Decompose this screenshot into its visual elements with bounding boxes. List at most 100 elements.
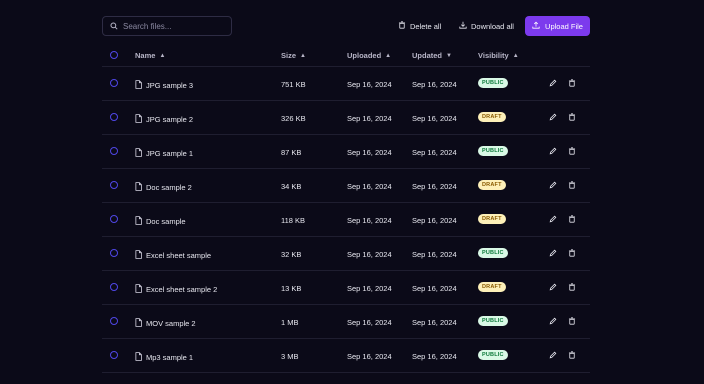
upload-icon bbox=[532, 21, 540, 31]
visibility-badge: DRAFT bbox=[478, 214, 506, 224]
image-file-icon bbox=[135, 114, 142, 125]
table-row[interactable]: Mp3 sample 1 3 MB Sep 16, 2024 Sep 16, 2024… bbox=[102, 339, 590, 373]
edit-icon[interactable] bbox=[549, 113, 557, 123]
file-name: Excel sheet sample 2 bbox=[146, 285, 218, 294]
uploaded-date: Sep 16, 2024 bbox=[347, 148, 392, 157]
column-header-visibility[interactable]: Visibility ▲ bbox=[478, 51, 519, 60]
trash-icon[interactable] bbox=[568, 147, 576, 157]
row-checkbox[interactable] bbox=[110, 147, 118, 155]
table-row[interactable]: Excel sheet sample 32 KB Sep 16, 2024 Sep 1… bbox=[102, 237, 590, 271]
trash-icon[interactable] bbox=[568, 113, 576, 123]
sort-asc-icon: ▲ bbox=[300, 52, 306, 59]
trash-icon[interactable] bbox=[568, 317, 576, 327]
row-checkbox[interactable] bbox=[110, 79, 118, 87]
image-file-icon bbox=[135, 80, 142, 91]
column-header-size[interactable]: Size ▲ bbox=[281, 51, 306, 60]
column-header-updated[interactable]: Updated ▼ bbox=[412, 51, 452, 60]
table-row[interactable]: MOV sample 2 1 MB Sep 16, 2024 Sep 16, 2024… bbox=[102, 305, 590, 339]
row-checkbox[interactable] bbox=[110, 113, 118, 121]
table-row[interactable]: JPG sample 1 87 KB Sep 16, 2024 Sep 16, 202… bbox=[102, 135, 590, 169]
edit-icon[interactable] bbox=[549, 215, 557, 225]
trash-icon[interactable] bbox=[568, 351, 576, 361]
file-size: 34 KB bbox=[281, 182, 302, 191]
updated-date: Sep 16, 2024 bbox=[412, 182, 457, 191]
row-actions bbox=[549, 79, 576, 89]
edit-icon[interactable] bbox=[549, 181, 557, 191]
row-actions bbox=[549, 215, 576, 225]
file-name-cell[interactable]: Doc sample bbox=[135, 216, 186, 227]
file-name-cell[interactable]: JPG sample 1 bbox=[135, 148, 193, 159]
updated-date: Sep 16, 2024 bbox=[412, 284, 457, 293]
row-checkbox[interactable] bbox=[110, 215, 118, 223]
download-all-button[interactable]: Download all bbox=[459, 16, 514, 36]
visibility-cell: PUBLIC bbox=[478, 248, 508, 258]
edit-icon[interactable] bbox=[549, 147, 557, 157]
updated-date: Sep 16, 2024 bbox=[412, 148, 457, 157]
table-row[interactable]: Doc sample 118 KB Sep 16, 2024 Sep 16, 2024… bbox=[102, 203, 590, 237]
row-checkbox[interactable] bbox=[110, 283, 118, 291]
row-checkbox[interactable] bbox=[110, 249, 118, 257]
file-size: 87 KB bbox=[281, 148, 302, 157]
column-header-uploaded[interactable]: Uploaded ▲ bbox=[347, 51, 391, 60]
trash-icon[interactable] bbox=[568, 181, 576, 191]
trash-icon[interactable] bbox=[568, 215, 576, 225]
visibility-cell: DRAFT bbox=[478, 282, 506, 292]
uploaded-date: Sep 16, 2024 bbox=[347, 216, 392, 225]
row-checkbox[interactable] bbox=[110, 351, 118, 359]
updated-date: Sep 16, 2024 bbox=[412, 250, 457, 259]
row-actions bbox=[549, 147, 576, 157]
delete-all-button[interactable]: Delete all bbox=[398, 16, 441, 36]
file-size: 326 KB bbox=[281, 114, 306, 123]
trash-icon[interactable] bbox=[568, 283, 576, 293]
edit-icon[interactable] bbox=[549, 79, 557, 89]
row-actions bbox=[549, 181, 576, 191]
file-size: 32 KB bbox=[281, 250, 302, 259]
edit-icon[interactable] bbox=[549, 283, 557, 293]
edit-icon[interactable] bbox=[549, 317, 557, 327]
edit-icon[interactable] bbox=[549, 249, 557, 259]
table-row[interactable]: JPG sample 3 751 KB Sep 16, 2024 Sep 16, 20… bbox=[102, 67, 590, 101]
row-checkbox[interactable] bbox=[110, 317, 118, 325]
file-name-cell[interactable]: Doc sample 2 bbox=[135, 182, 192, 193]
toolbar: Delete all Download all Upload File bbox=[102, 16, 590, 36]
search-icon bbox=[110, 17, 118, 35]
uploaded-date: Sep 16, 2024 bbox=[347, 250, 392, 259]
edit-icon[interactable] bbox=[549, 351, 557, 361]
visibility-cell: DRAFT bbox=[478, 112, 506, 122]
files-table: Name ▲ Size ▲ Uploaded ▲ Updated ▼ Visib… bbox=[102, 44, 590, 373]
file-name-cell[interactable]: Excel sheet sample 2 bbox=[135, 284, 217, 295]
column-header-name[interactable]: Name ▲ bbox=[135, 51, 165, 60]
uploaded-date: Sep 16, 2024 bbox=[347, 318, 392, 327]
table-row[interactable]: Doc sample 2 34 KB Sep 16, 2024 Sep 16, 202… bbox=[102, 169, 590, 203]
file-name-cell[interactable]: JPG sample 3 bbox=[135, 80, 193, 91]
file-manager: Delete all Download all Upload File Name… bbox=[102, 0, 590, 384]
search-input[interactable] bbox=[123, 21, 223, 31]
file-name-cell[interactable]: Excel sheet sample bbox=[135, 250, 211, 261]
visibility-cell: DRAFT bbox=[478, 180, 506, 190]
row-checkbox[interactable] bbox=[110, 181, 118, 189]
file-size: 1 MB bbox=[281, 318, 299, 327]
file-name: JPG sample 1 bbox=[146, 149, 194, 158]
trash-icon[interactable] bbox=[568, 249, 576, 259]
select-all-checkbox[interactable] bbox=[110, 51, 118, 59]
uploaded-date: Sep 16, 2024 bbox=[347, 182, 392, 191]
updated-date: Sep 16, 2024 bbox=[412, 318, 457, 327]
sort-asc-icon: ▲ bbox=[159, 52, 166, 59]
trash-icon[interactable] bbox=[568, 79, 576, 89]
file-name-cell[interactable]: JPG sample 2 bbox=[135, 114, 193, 125]
file-name: MOV sample 2 bbox=[146, 319, 196, 328]
doc-file-icon bbox=[135, 182, 142, 193]
upload-file-button[interactable]: Upload File bbox=[525, 16, 590, 36]
sort-desc-icon: ▼ bbox=[446, 52, 452, 59]
search-box[interactable] bbox=[102, 16, 232, 36]
table-header: Name ▲ Size ▲ Uploaded ▲ Updated ▼ Visib… bbox=[102, 44, 590, 67]
visibility-badge: DRAFT bbox=[478, 180, 506, 190]
file-name-cell[interactable]: Mp3 sample 1 bbox=[135, 352, 193, 363]
audio-file-icon bbox=[135, 352, 142, 363]
visibility-badge: DRAFT bbox=[478, 112, 506, 122]
file-size: 3 MB bbox=[281, 352, 299, 361]
row-actions bbox=[549, 283, 576, 293]
table-row[interactable]: JPG sample 2 326 KB Sep 16, 2024 Sep 16, 20… bbox=[102, 101, 590, 135]
file-name-cell[interactable]: MOV sample 2 bbox=[135, 318, 196, 329]
table-row[interactable]: Excel sheet sample 2 13 KB Sep 16, 2024 Sep… bbox=[102, 271, 590, 305]
